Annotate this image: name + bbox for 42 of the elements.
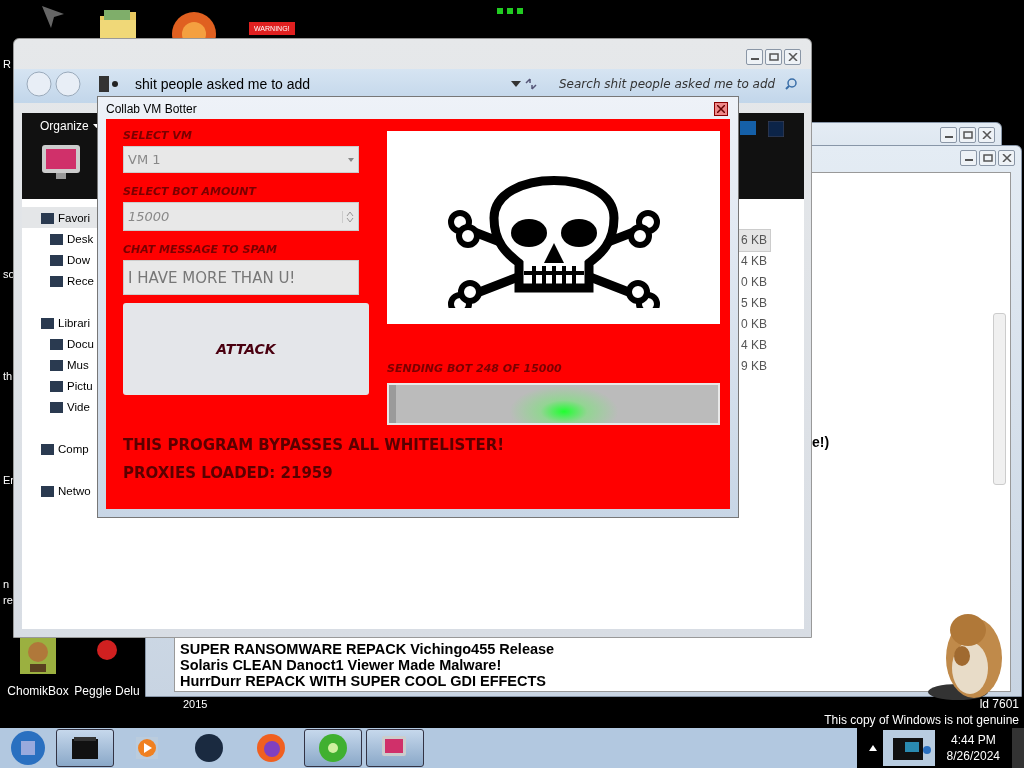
file-size-cell[interactable]: 0 KB (738, 314, 770, 335)
nav-item[interactable]: Netwo (22, 480, 102, 501)
file-size-cell[interactable]: 4 KB (738, 251, 770, 272)
desktop-icon-label[interactable]: Peggle Delu (74, 684, 140, 698)
nav-item[interactable]: Mus (22, 354, 102, 375)
file-size-cell[interactable]: 9 KB (738, 356, 770, 377)
nav-item[interactable]: Librari (22, 312, 102, 333)
file-size-cell[interactable]: 0 KB (738, 272, 770, 293)
message-field[interactable]: I HAVE MORE THAN U! (123, 260, 359, 295)
field-label: SELECT BOT AMOUNT (123, 185, 258, 200)
desktop-icon-label[interactable]: ChomikBox (7, 684, 69, 698)
file-size-cell[interactable]: 6 KB (738, 230, 770, 251)
notice-text: THIS PROGRAM BYPASSES ALL WHITELISTER! (123, 435, 506, 456)
search-field[interactable]: Search shit people asked me to add (557, 76, 797, 92)
desktop-icon-label: n (3, 578, 10, 590)
desktop-icon-label: R (3, 58, 11, 70)
attack-button[interactable]: ATTACK (123, 303, 369, 395)
nav-item[interactable]: Comp (22, 438, 102, 459)
field-label: CHAT MESSAGE TO SPAM (123, 243, 278, 258)
text-line: HurrDurr REPACK WITH SUPER COOL GDI EFFECTS (180, 673, 547, 689)
status-label: SENDING BOT 248 OF 15000 (387, 362, 563, 377)
proxies-label: PROXIES LOADED: 21959 (123, 463, 334, 484)
text-line: SUPER RANSOMWARE REPACK Vichingo455 Release (180, 641, 556, 657)
nav-item[interactable]: Vide (22, 396, 102, 417)
window-title: Collab VM Botter (106, 102, 197, 116)
nav-item[interactable]: Pictu (22, 375, 102, 396)
desktop-icon-label: 2015 (183, 698, 208, 710)
build-label: ld 7601 (979, 697, 1019, 711)
desktop-icon-label: re (3, 594, 13, 606)
field-label: SELECT VM (123, 129, 193, 144)
desktop-icon-label: th (3, 370, 13, 382)
nav-item[interactable]: Rece (22, 270, 102, 291)
nav-item[interactable]: Desk (22, 228, 102, 249)
text-line: e!) (812, 434, 830, 450)
file-size-cell[interactable]: 5 KB (738, 293, 770, 314)
genuine-notice: This copy of Windows is not genuine (824, 713, 1019, 727)
nav-item[interactable]: Dow (22, 249, 102, 270)
text-line: Solaris CLEAN Danoct1 Viewer Made Malware! (180, 657, 503, 673)
address-bar[interactable]: shit people asked me to add (135, 76, 508, 92)
nav-item[interactable]: Docu (22, 333, 102, 354)
desktop-icon-label: Er (3, 474, 14, 486)
file-size-cell[interactable]: 4 KB (738, 335, 770, 356)
